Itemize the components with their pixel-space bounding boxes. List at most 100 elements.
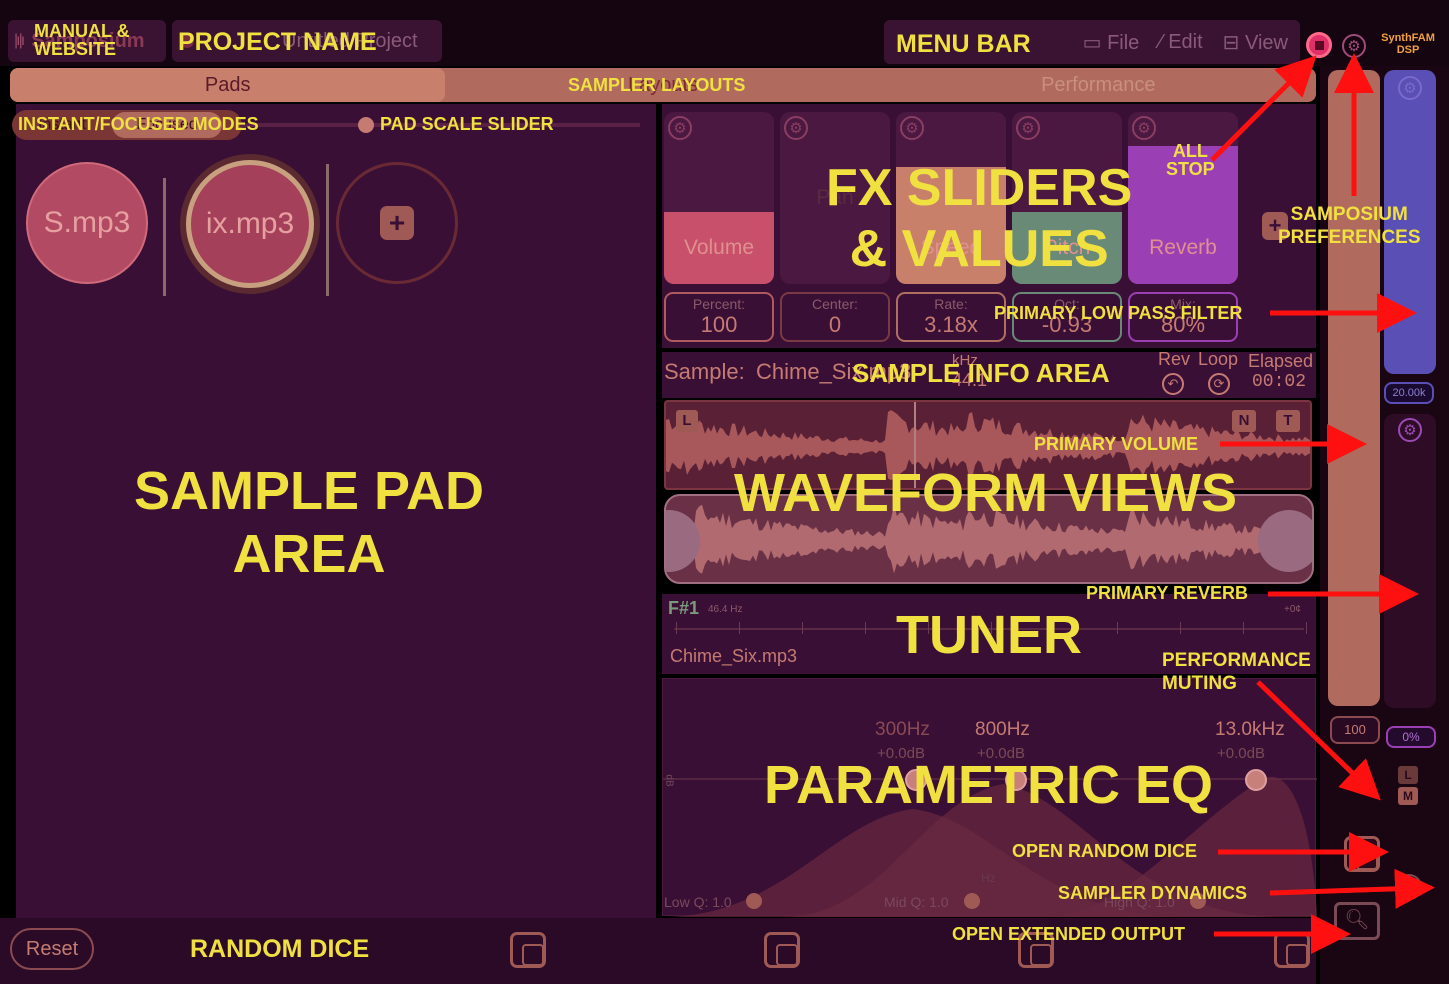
- tuner-tick: [1180, 622, 1181, 634]
- eq-band-gain: +0.0dB: [1217, 745, 1265, 762]
- random-dice-icon[interactable]: [510, 932, 546, 968]
- annotation-open-extended-output: OPEN EXTENDED OUTPUT: [952, 924, 1186, 944]
- low-q-thumb[interactable]: [746, 893, 762, 909]
- fx-value-box[interactable]: Percent: 100: [664, 292, 774, 342]
- primary-reverb-slider[interactable]: ⚙: [1384, 414, 1436, 708]
- layout-icon: ⊟: [1222, 31, 1245, 54]
- eq-band-handle[interactable]: [1245, 769, 1267, 791]
- annotation-waveform-views: WAVEFORM VIEWS: [734, 463, 1238, 523]
- rev-label: Rev: [1158, 349, 1191, 369]
- annotation-random-dice: RANDOM DICE: [190, 935, 370, 963]
- reverb-gear-icon[interactable]: ⚙: [1398, 418, 1422, 442]
- sample-pad-active[interactable]: ix.mp3: [186, 160, 314, 288]
- random-dice-icon[interactable]: [1274, 932, 1310, 968]
- pad-divider: [326, 164, 329, 296]
- extended-output-icon[interactable]: 🔍︎: [1334, 902, 1380, 940]
- tuner-tick: [739, 622, 740, 634]
- brand-line-1: SynthFAM: [1381, 32, 1435, 44]
- pad-label: ix.mp3: [205, 207, 295, 240]
- tuner-tick: [865, 622, 866, 634]
- tuner-tick: [802, 622, 803, 634]
- loop-icon[interactable]: ⟳: [1208, 373, 1230, 395]
- reset-button[interactable]: Reset: [10, 928, 94, 970]
- fx-param-label: Rate:: [934, 296, 968, 312]
- fx-gear-icon[interactable]: ⚙: [668, 116, 692, 140]
- fx-slider-name: Reverb: [1149, 236, 1217, 259]
- primary-volume-value: 100: [1330, 716, 1380, 744]
- fx-param-value: 0: [828, 312, 842, 337]
- tuner-tick: [1117, 622, 1118, 634]
- fx-gear-icon[interactable]: ⚙: [1132, 116, 1156, 140]
- loop-label: Loop: [1198, 349, 1239, 369]
- elapsed-label: Elapsed: [1248, 351, 1314, 371]
- fx-param-value: 100: [700, 312, 738, 337]
- primary-volume-fill: [1328, 70, 1380, 706]
- performance-mute-icon[interactable]: 🔇︎: [1346, 764, 1384, 802]
- zoom-handle-right[interactable]: [1258, 510, 1312, 572]
- eq-band-freq: 800Hz: [975, 719, 1030, 740]
- brand-line-2: DSP: [1396, 44, 1420, 57]
- mid-q-label: Mid Q: 1.0: [884, 894, 949, 910]
- sampler-dynamics-icon[interactable]: [1396, 874, 1422, 900]
- annotation-primary-lpf: PRIMARY LOW PASS FILTER: [994, 303, 1243, 323]
- brand-logo: SynthFAM DSP: [1372, 32, 1444, 56]
- fx-gear-icon[interactable]: ⚙: [784, 116, 808, 140]
- annotation-manual: MANUAL & WEBSITE: [34, 21, 130, 60]
- elapsed-value: 00:02: [1252, 372, 1307, 392]
- annotation-fx-sliders: FX SLIDERS & VALUES: [826, 159, 1133, 279]
- tuner-tick: [676, 622, 677, 634]
- preferences-gear-icon[interactable]: ⚙: [1342, 34, 1366, 58]
- tuner-cents: +0¢: [1284, 604, 1301, 615]
- eq-band-freq: 300Hz: [875, 719, 930, 740]
- add-pad-button[interactable]: +: [336, 162, 458, 284]
- menu-view[interactable]: ⊟ View: [1223, 30, 1288, 55]
- annotation-pad-scale: PAD SCALE SLIDER: [380, 114, 554, 134]
- fx-gear-icon[interactable]: ⚙: [900, 116, 924, 140]
- menu-edit[interactable]: ⁄ Edit: [1159, 31, 1202, 54]
- badge-n[interactable]: N: [1232, 410, 1256, 432]
- stop-icon: [1314, 40, 1324, 50]
- annotation-tuner: TUNER: [896, 605, 1082, 665]
- tab-pads[interactable]: Pads: [10, 68, 446, 102]
- eq-band-freq: 13.0kHz: [1215, 719, 1285, 740]
- tab-performance[interactable]: Performance: [881, 68, 1316, 102]
- fx-slider-volume[interactable]: ⚙ Volume: [664, 112, 774, 284]
- annotation-menu-bar: MENU BAR: [896, 30, 1031, 58]
- annotation-instant-focused: INSTANT/FOCUSED MODES: [18, 114, 259, 134]
- open-random-dice-icon[interactable]: [1344, 836, 1380, 872]
- annotation-primary-reverb: PRIMARY REVERB: [1086, 583, 1249, 603]
- sample-pad[interactable]: S.mp3: [26, 162, 148, 284]
- fx-slider-reverb[interactable]: ⚙ Reverb: [1128, 112, 1238, 284]
- badge-l[interactable]: L: [676, 410, 698, 432]
- add-icon: +: [380, 206, 414, 240]
- badge-m-rail[interactable]: M: [1398, 787, 1418, 805]
- mid-q-thumb[interactable]: [964, 893, 980, 909]
- eq-hz-label: Hz: [981, 871, 996, 885]
- low-q-label: Low Q: 1.0: [664, 894, 732, 910]
- fx-value-box[interactable]: Rate: 3.18x: [896, 292, 1006, 342]
- fx-gear-icon[interactable]: ⚙: [1016, 116, 1040, 140]
- reverse-icon[interactable]: ↶: [1162, 373, 1184, 395]
- pad-label: S.mp3: [43, 206, 131, 239]
- annotation-all-stop: ALL STOP: [1166, 141, 1215, 180]
- eq-db-label: dB: [663, 774, 675, 787]
- annotation-sample-pad-area: SAMPLE PAD AREA: [134, 461, 485, 584]
- annotation-sampler-layouts: SAMPLER LAYOUTS: [568, 75, 746, 95]
- waveform-logo-icon: |ı|ı: [14, 32, 25, 49]
- menu-file[interactable]: ▭ File: [1083, 30, 1140, 55]
- random-dice-icon[interactable]: [764, 932, 800, 968]
- annotation-performance-muting: PERFORMANCE MUTING: [1162, 650, 1311, 694]
- pad-scale-thumb[interactable]: [358, 117, 374, 133]
- badge-t[interactable]: T: [1276, 410, 1300, 432]
- annotation-open-random-dice: OPEN RANDOM DICE: [1012, 841, 1198, 861]
- tuner-freq: 46.4 Hz: [708, 604, 743, 615]
- primary-volume-slider[interactable]: [1328, 70, 1380, 706]
- primary-lpf-value: 20.00k: [1384, 382, 1434, 404]
- badge-l-rail[interactable]: L: [1398, 766, 1418, 784]
- folder-icon: ▭: [1082, 31, 1108, 54]
- primary-reverb-value: 0%: [1386, 726, 1436, 748]
- all-stop-button[interactable]: [1306, 32, 1332, 58]
- pencil-icon: ⁄: [1159, 30, 1169, 53]
- fx-value-box[interactable]: Center: 0: [780, 292, 890, 342]
- lpf-gear-icon[interactable]: ⚙: [1398, 76, 1422, 100]
